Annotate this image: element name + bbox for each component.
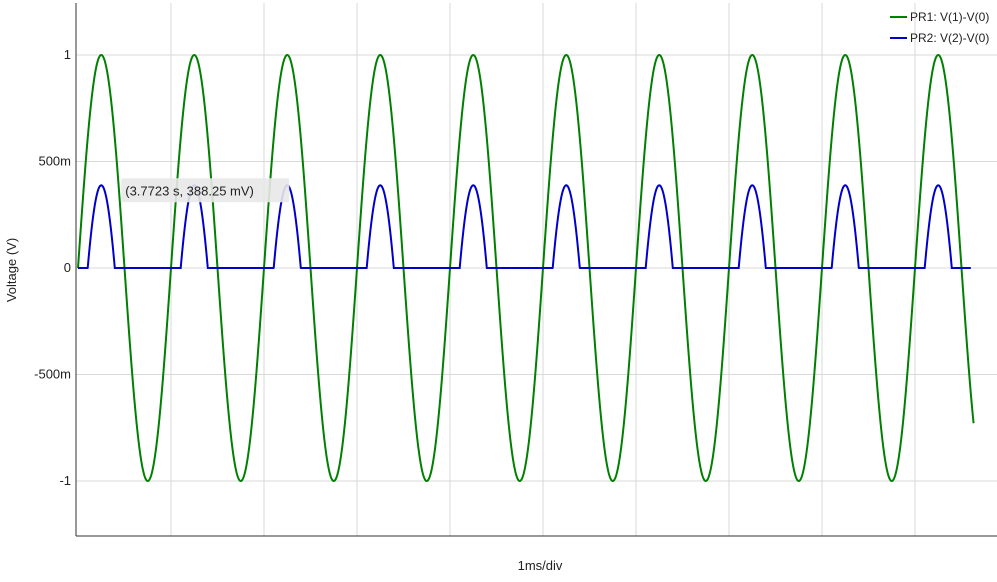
chart-container: 1 500m 0 -500m -1 PR1: V(1)-V(0) PR2: V(2)-V(…	[0, 0, 997, 582]
cursor-readout-text: (3.7723 s, 388.25 mV)	[125, 183, 254, 198]
legend[interactable]: PR1: V(1)-V(0) PR2: V(2)-V(0)	[890, 10, 989, 45]
y-tick-label: 1	[64, 47, 71, 62]
y-tick-label: -1	[59, 473, 71, 488]
y-tick-label: -500m	[34, 367, 71, 382]
cursor-readout: (3.7723 s, 388.25 mV)	[121, 178, 290, 203]
y-axis-label: Voltage (V)	[4, 238, 19, 302]
y-tick-labels: 1 500m 0 -500m -1	[34, 47, 71, 488]
y-tick-label: 0	[64, 260, 71, 275]
y-tick-label: 500m	[38, 154, 71, 169]
axes	[75, 3, 997, 537]
legend-label-2[interactable]: PR2: V(2)-V(0)	[910, 31, 989, 45]
chart-svg: 1 500m 0 -500m -1 PR1: V(1)-V(0) PR2: V(2)-V(…	[4, 3, 997, 573]
grid	[76, 3, 997, 536]
legend-label-1[interactable]: PR1: V(1)-V(0)	[910, 10, 989, 24]
x-axis-label: 1ms/div	[518, 558, 563, 573]
